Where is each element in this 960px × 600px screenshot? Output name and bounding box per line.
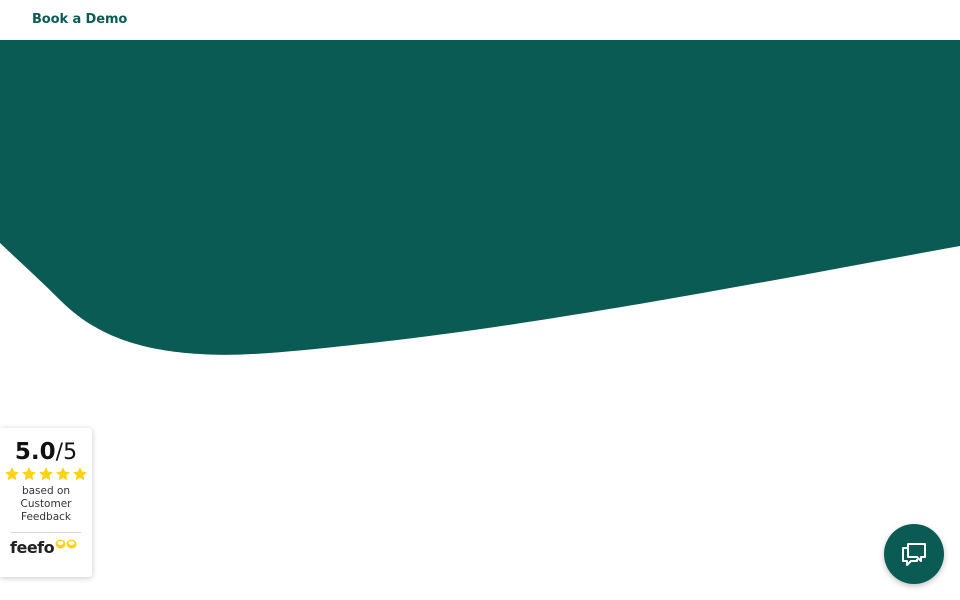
- badge-divider: [11, 532, 81, 533]
- rating-max: /5: [55, 440, 78, 465]
- rating-score: 5.0: [14, 439, 56, 465]
- star-icon: [39, 467, 53, 481]
- top-navigation-bar: Book a Demo: [0, 0, 960, 40]
- hero-banner: [0, 40, 960, 370]
- feefo-logo: feefo: [10, 538, 77, 557]
- feefo-rating-badge[interactable]: 5.0/5 based on Customer Feedback feefo: [0, 428, 92, 577]
- feefo-logo-text: feefo: [10, 538, 55, 557]
- based-on-line: based on: [21, 485, 71, 497]
- page: Book a Demo 5.0/5 based on Customer Feed…: [0, 0, 960, 600]
- star-icon: [73, 467, 87, 481]
- chat-widget-button[interactable]: [884, 524, 944, 584]
- chat-bubble-icon: [902, 543, 926, 566]
- star-icon: [22, 467, 36, 481]
- feedback-line: Feedback: [20, 511, 71, 523]
- hero-wave-shape: [0, 40, 960, 355]
- book-demo-link[interactable]: Book a Demo: [32, 12, 127, 27]
- star-icon: [5, 467, 19, 481]
- star-icon: [56, 467, 70, 481]
- rating-line: 5.0/5: [0, 439, 92, 465]
- customer-line: Customer: [20, 498, 72, 510]
- feefo-eyes-icon: [55, 539, 77, 548]
- rating-stars: [0, 466, 92, 484]
- based-on-text: based on Customer Feedback: [0, 485, 92, 524]
